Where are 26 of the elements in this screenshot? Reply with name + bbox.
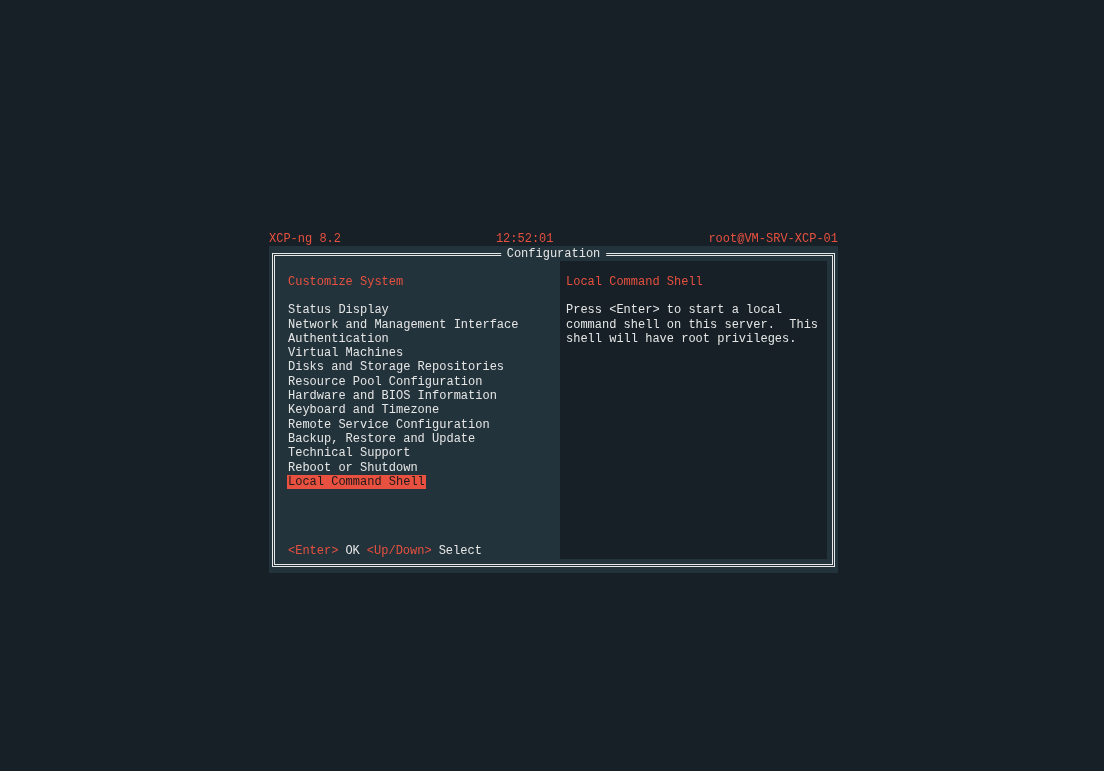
- clock-time: 12:52:01: [495, 232, 554, 246]
- menu-item[interactable]: Disks and Storage Repositories: [288, 360, 505, 375]
- menu-item[interactable]: Backup, Restore and Update: [288, 431, 476, 447]
- menu-item[interactable]: Technical Support: [288, 446, 411, 461]
- menu-item[interactable]: Local Command Shell: [287, 474, 426, 490]
- menu-item[interactable]: Keyboard and Timezone: [288, 403, 440, 418]
- key-action: OK: [345, 543, 360, 558]
- key-hint: <Enter>: [288, 543, 339, 558]
- menu-item[interactable]: Reboot or Shutdown: [288, 460, 418, 475]
- detail-text: Press <Enter> to start a local: [566, 303, 784, 318]
- detail-text: command shell on this server. This: [566, 317, 819, 332]
- menu-item[interactable]: Remote Service Configuration: [288, 417, 490, 432]
- menu-item[interactable]: Hardware and BIOS Information: [288, 389, 497, 404]
- menu-item[interactable]: Virtual Machines: [288, 346, 404, 361]
- menu-item[interactable]: Resource Pool Configuration: [288, 374, 483, 390]
- detail-text: shell will have root privileges.: [566, 331, 798, 347]
- key-hint: <Up/Down>: [366, 543, 432, 558]
- menu-title: Customize System: [288, 275, 404, 290]
- key-action: Select: [438, 543, 482, 558]
- menu-item[interactable]: Network and Management Interface: [288, 317, 519, 332]
- menu-item[interactable]: Authentication: [288, 331, 389, 347]
- detail-title: Local Command Shell: [566, 275, 703, 290]
- hostname: root@VM-SRV-XCP-01: [708, 232, 838, 246]
- product-version: XCP-ng 8.2: [269, 232, 341, 246]
- menu-item[interactable]: Status Display: [288, 303, 389, 318]
- dialog-title: Configuration: [500, 247, 607, 262]
